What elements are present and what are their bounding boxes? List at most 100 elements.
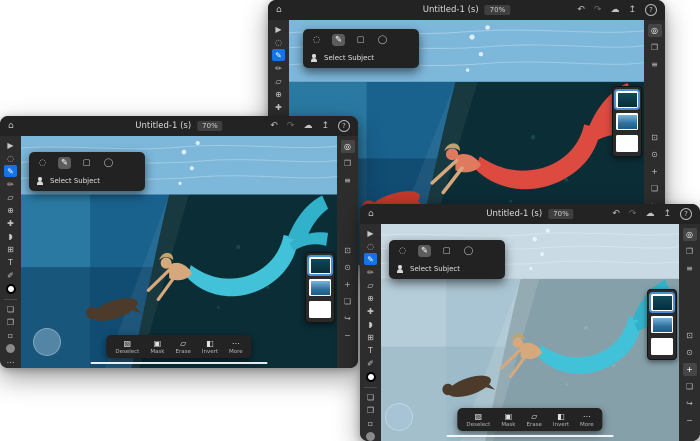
selection-properties-icon[interactable]: ◎: [648, 24, 662, 37]
move-tool-icon[interactable]: ▶: [4, 139, 17, 151]
secondary-color-chip[interactable]: [6, 344, 15, 353]
clone-tool-icon[interactable]: ⊕: [364, 292, 377, 304]
erase-button[interactable]: ▱ Erase: [175, 339, 190, 355]
zoom-level-badge[interactable]: 70%: [548, 209, 574, 219]
toolbar-more-icon[interactable]: ⋯: [4, 356, 17, 368]
select-subject-button[interactable]: Select Subject: [310, 52, 412, 62]
duplicate-layer-icon[interactable]: ❏: [648, 182, 662, 195]
layer-visibility-icon[interactable]: ⊙: [341, 261, 355, 274]
adjustments-icon[interactable]: ❐: [683, 245, 697, 258]
zoom-level-badge[interactable]: 70%: [485, 5, 511, 15]
layer-properties-icon[interactable]: ⊡: [648, 131, 662, 144]
undo-icon[interactable]: ↶: [612, 204, 620, 224]
rect-select-icon[interactable]: ▢: [354, 34, 367, 46]
lasso-tool-icon[interactable]: ◌: [272, 36, 285, 48]
layer-thumbnail-blank[interactable]: [309, 301, 331, 318]
layer-thumbnail-selected[interactable]: [616, 91, 638, 108]
lasso-select-icon[interactable]: ◌: [36, 157, 49, 169]
brush-select-icon[interactable]: ✎: [418, 245, 431, 257]
rect-select-icon[interactable]: ▢: [80, 157, 93, 169]
lasso-select-icon[interactable]: ◌: [396, 245, 409, 257]
move-tool-icon[interactable]: ▶: [272, 23, 285, 35]
layers-view-icon[interactable]: ❏: [364, 391, 377, 403]
cloud-sync-icon[interactable]: ☁: [303, 116, 312, 136]
undo-icon[interactable]: ↶: [270, 116, 278, 136]
layer-visibility-icon[interactable]: ⊙: [648, 148, 662, 161]
layer-thumbnail-selected[interactable]: [309, 257, 331, 274]
cloud-sync-icon[interactable]: ☁: [610, 0, 619, 20]
lasso-select-icon[interactable]: ◌: [310, 34, 323, 46]
send-layer-icon[interactable]: ↪: [683, 397, 697, 410]
mask-button[interactable]: ▣ Mask: [501, 412, 515, 428]
cloud-sync-icon[interactable]: ☁: [645, 204, 654, 224]
duplicate-layer-icon[interactable]: ❏: [683, 380, 697, 393]
more-button[interactable]: ⋯ More: [580, 412, 594, 428]
healing-tool-icon[interactable]: ✚: [4, 217, 17, 229]
share-icon[interactable]: ↥: [628, 0, 636, 20]
touch-shortcut-button[interactable]: [33, 328, 61, 356]
lasso-tool-icon[interactable]: ◌: [364, 240, 377, 252]
layer-thumbnail-blank[interactable]: [616, 135, 638, 152]
clone-tool-icon[interactable]: ⊕: [4, 204, 17, 216]
duplicate-layer-icon[interactable]: ❏: [341, 295, 355, 308]
brush-select-icon[interactable]: ✎: [332, 34, 345, 46]
secondary-color-chip[interactable]: [366, 432, 375, 441]
selection-properties-icon[interactable]: ◎: [341, 140, 355, 153]
ellipse-select-icon[interactable]: ◯: [102, 157, 115, 169]
document-canvas[interactable]: ◌ ✎ ▢ ◯ Select Subject ▧ Deselect: [381, 224, 679, 441]
foreground-color-chip[interactable]: [6, 284, 16, 294]
brush-select-icon[interactable]: ✎: [58, 157, 71, 169]
eyedropper-tool-icon[interactable]: ◗: [364, 318, 377, 330]
healing-tool-icon[interactable]: ✚: [272, 101, 285, 113]
brush-tool-icon[interactable]: ✏: [272, 62, 285, 74]
help-icon[interactable]: ?: [338, 120, 350, 132]
brush-tool-icon[interactable]: ✏: [364, 266, 377, 278]
add-layer-icon[interactable]: +: [341, 278, 355, 291]
add-layer-icon[interactable]: +: [683, 363, 697, 376]
layer-thumbnail[interactable]: [651, 316, 673, 333]
collapse-panel-icon[interactable]: −: [341, 329, 355, 342]
invert-button[interactable]: ◧ Invert: [202, 339, 218, 355]
eraser-tool-icon[interactable]: ▱: [4, 191, 17, 203]
invert-button[interactable]: ◧ Invert: [553, 412, 569, 428]
redo-icon[interactable]: ↷: [287, 116, 295, 136]
deselect-button[interactable]: ▧ Deselect: [115, 339, 139, 355]
home-indicator[interactable]: [91, 362, 268, 364]
help-icon[interactable]: ?: [680, 208, 692, 220]
brush-tool-icon[interactable]: ✏: [4, 178, 17, 190]
select-subject-button[interactable]: Select Subject: [396, 263, 498, 273]
layer-properties-icon[interactable]: ⊡: [683, 329, 697, 342]
healing-tool-icon[interactable]: ✚: [364, 305, 377, 317]
deselect-button[interactable]: ▧ Deselect: [466, 412, 490, 428]
foreground-color-chip[interactable]: [366, 372, 376, 382]
layer-thumbnail-selected[interactable]: [651, 294, 673, 311]
crop-tool-icon[interactable]: ⊞: [4, 243, 17, 255]
quick-select-tool-icon[interactable]: ✎: [4, 165, 17, 177]
more-button[interactable]: ⋯ More: [229, 339, 243, 355]
zoom-level-badge[interactable]: 70%: [197, 121, 223, 131]
collapse-panel-icon[interactable]: −: [683, 414, 697, 427]
select-subject-button[interactable]: Select Subject: [36, 175, 138, 185]
home-icon[interactable]: ⌂: [368, 204, 374, 224]
small-swatch-icon[interactable]: ▫: [364, 417, 377, 429]
ellipse-select-icon[interactable]: ◯: [462, 245, 475, 257]
erase-button[interactable]: ▱ Erase: [526, 412, 541, 428]
quick-select-tool-icon[interactable]: ✎: [272, 49, 285, 61]
selection-properties-icon[interactable]: ◎: [683, 228, 697, 241]
share-icon[interactable]: ↥: [663, 204, 671, 224]
send-layer-icon[interactable]: ↪: [341, 312, 355, 325]
type-tool-icon[interactable]: T: [364, 344, 377, 356]
layer-properties-icon[interactable]: ⊡: [341, 244, 355, 257]
help-icon[interactable]: ?: [645, 4, 657, 16]
layers-view-icon[interactable]: ❏: [4, 303, 17, 315]
layers-panel-icon[interactable]: ≡: [683, 262, 697, 275]
layer-thumbnail[interactable]: [616, 113, 638, 130]
pen-tool-icon[interactable]: ✐: [4, 269, 17, 281]
eyedropper-tool-icon[interactable]: ◗: [4, 230, 17, 242]
small-swatch-icon[interactable]: ▫: [4, 329, 17, 341]
clone-tool-icon[interactable]: ⊕: [272, 88, 285, 100]
home-icon[interactable]: ⌂: [8, 116, 14, 136]
type-tool-icon[interactable]: T: [4, 256, 17, 268]
pen-tool-icon[interactable]: ✐: [364, 357, 377, 369]
lasso-tool-icon[interactable]: ◌: [4, 152, 17, 164]
